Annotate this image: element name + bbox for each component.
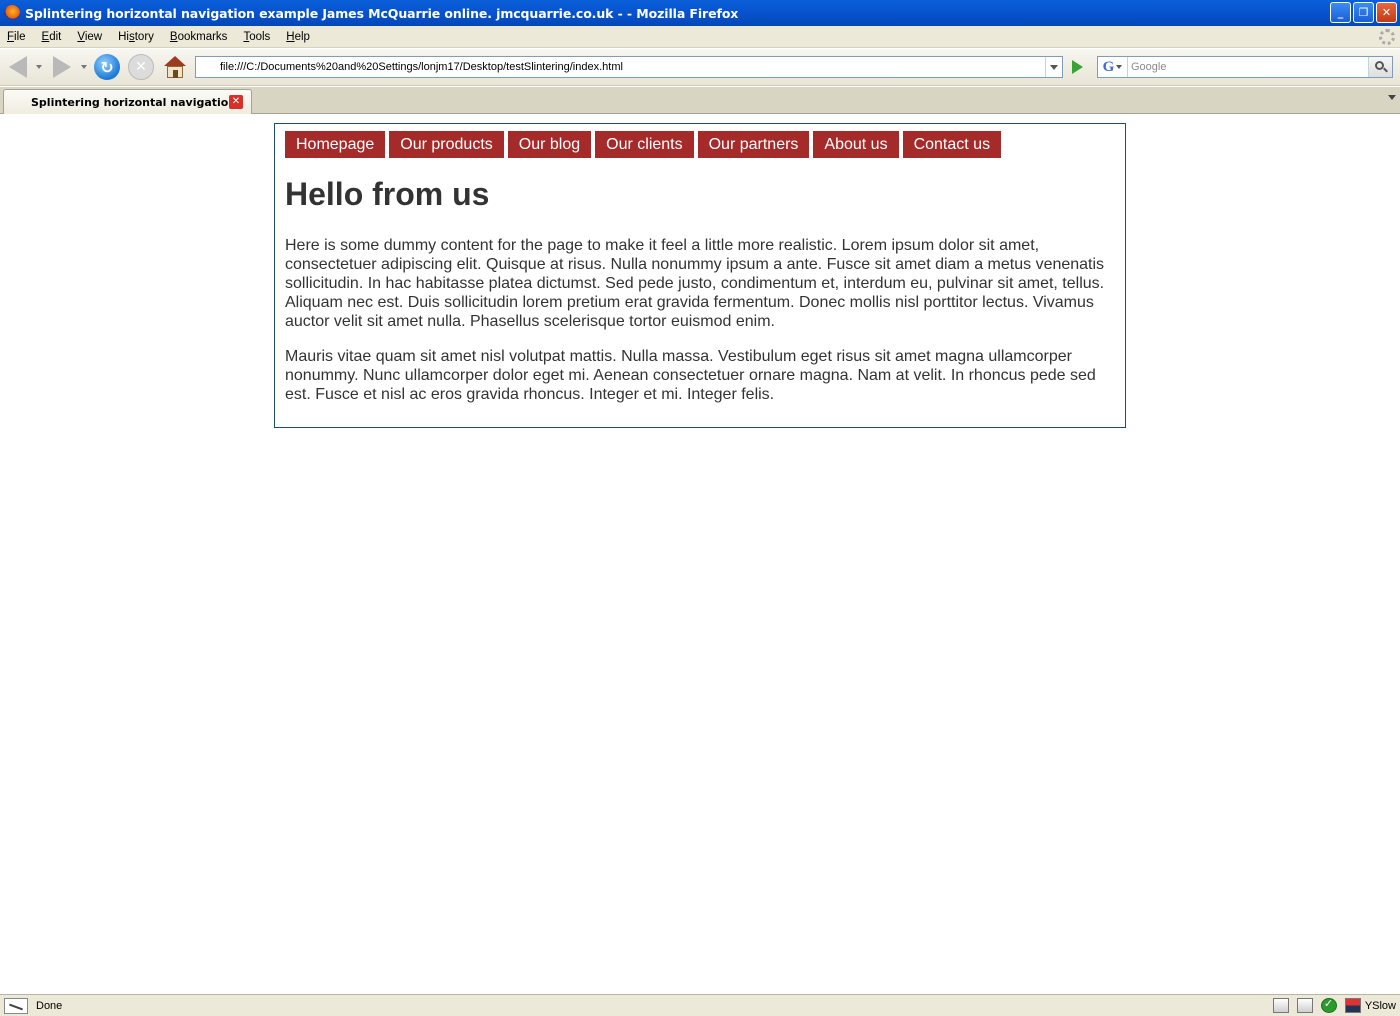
chevron-down-icon	[1116, 65, 1123, 69]
stop-button[interactable]: ✕	[128, 54, 154, 80]
menu-file[interactable]: File	[0, 31, 34, 43]
validator-ok-icon[interactable]	[1320, 997, 1337, 1013]
content-paragraph: Here is some dummy content for the page …	[285, 237, 1105, 330]
search-input[interactable]	[1128, 61, 1368, 73]
home-button[interactable]	[162, 55, 188, 79]
nav-our-blog[interactable]: Our blog	[507, 131, 592, 158]
nav-contact-us[interactable]: Contact us	[902, 131, 1002, 158]
content-paragraph: Mauris vitae quam sit amet nisl volutpat…	[285, 348, 1096, 403]
go-button[interactable]	[1068, 58, 1086, 76]
forward-button[interactable]	[48, 55, 76, 79]
page-heading: Hello from us	[285, 176, 490, 212]
tab-title: Splintering horizontal navigation ...	[31, 95, 229, 109]
menu-help[interactable]: Help	[278, 31, 318, 43]
nav-our-partners[interactable]: Our partners	[697, 131, 810, 158]
window-controls: _ ❐ ✕	[1330, 2, 1397, 23]
firefox-icon	[4, 5, 20, 21]
back-history-dropdown[interactable]	[36, 65, 42, 69]
search-engine-selector[interactable]: G	[1098, 57, 1128, 77]
back-arrow-icon	[9, 56, 27, 78]
menu-bookmarks[interactable]: Bookmarks	[162, 31, 236, 43]
nav-our-products[interactable]: Our products	[389, 131, 504, 158]
menu-history[interactable]: History	[110, 31, 162, 43]
google-icon: G	[1102, 58, 1115, 75]
go-arrow-icon	[1071, 60, 1083, 74]
status-addons: YSlow	[1272, 997, 1396, 1013]
throbber-icon	[1379, 29, 1395, 45]
site-navigation: Homepage Our products Our blog Our clien…	[285, 131, 1115, 158]
addon-firebug-icon[interactable]	[1296, 998, 1313, 1013]
forward-history-dropdown[interactable]	[81, 65, 87, 69]
status-text: Done	[36, 999, 63, 1012]
nav-our-clients[interactable]: Our clients	[595, 131, 694, 158]
close-window-button[interactable]: ✕	[1376, 2, 1397, 23]
search-button[interactable]	[1368, 57, 1392, 77]
window-title: Splintering horizontal navigation exampl…	[25, 5, 739, 21]
connection-icon	[4, 997, 28, 1014]
restore-button[interactable]: ❐	[1353, 2, 1374, 23]
url-history-dropdown[interactable]	[1045, 57, 1062, 77]
page-container: Homepage Our products Our blog Our clien…	[274, 123, 1126, 428]
status-bar: Done YSlow	[0, 994, 1400, 1016]
window-titlebar: Splintering horizontal navigation exampl…	[0, 0, 1400, 26]
url-text[interactable]: file:///C:/Documents%20and%20Settings/lo…	[196, 61, 1045, 73]
tab-list-button[interactable]	[1388, 95, 1396, 100]
address-bar[interactable]: file:///C:/Documents%20and%20Settings/lo…	[195, 56, 1063, 78]
search-icon	[1374, 61, 1388, 73]
back-button[interactable]	[4, 55, 32, 79]
page-viewport: Homepage Our products Our blog Our clien…	[0, 115, 1400, 993]
home-icon	[164, 56, 186, 78]
tab-active[interactable]: Splintering horizontal navigation ... ✕	[3, 89, 252, 114]
menu-edit[interactable]: Edit	[34, 31, 70, 43]
yslow-icon[interactable]	[1344, 998, 1361, 1013]
nav-homepage[interactable]: Homepage	[285, 131, 386, 158]
chevron-down-icon	[1050, 64, 1058, 70]
menu-view[interactable]: View	[69, 31, 110, 43]
addon-page-icon[interactable]	[1272, 998, 1289, 1013]
tab-close-button[interactable]: ✕	[229, 95, 243, 109]
minimize-button[interactable]: _	[1330, 2, 1351, 23]
search-bar: G	[1097, 56, 1393, 78]
tab-strip: Splintering horizontal navigation ... ✕	[0, 87, 1400, 114]
navigation-toolbar: ↻ ✕ file:///C:/Documents%20and%20Setting…	[0, 49, 1400, 86]
yslow-label[interactable]: YSlow	[1365, 1000, 1396, 1012]
forward-arrow-icon	[53, 56, 71, 78]
nav-about-us[interactable]: About us	[813, 131, 899, 158]
menu-tools[interactable]: Tools	[235, 31, 278, 43]
menu-bar: File Edit View History Bookmarks Tools H…	[0, 26, 1400, 48]
reload-button[interactable]: ↻	[94, 54, 120, 80]
